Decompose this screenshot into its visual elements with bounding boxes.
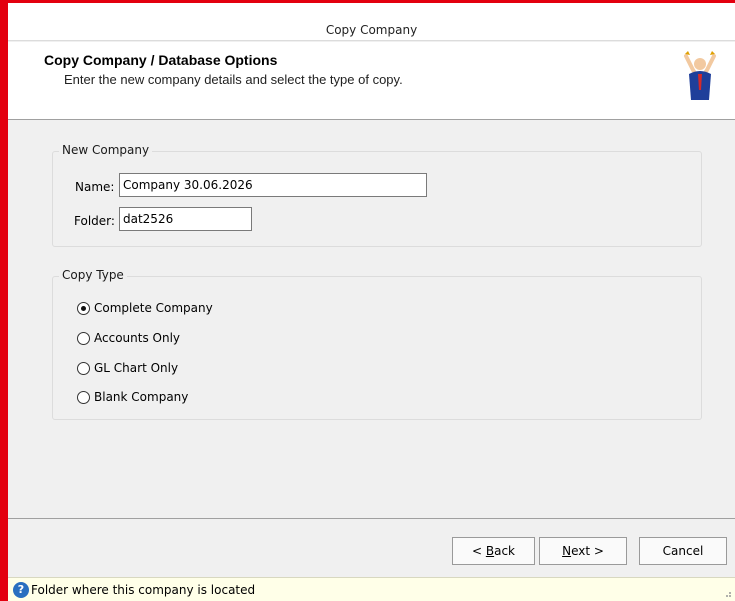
radio-label: Complete Company [94,301,213,315]
back-button[interactable]: < Back [452,537,535,565]
status-text: Folder where this company is located [31,582,256,597]
radio-button[interactable] [77,361,90,375]
new-company-group: New Company Name: Company 30.06.2026 Fol… [52,143,702,247]
status-bar: ? Folder where this company is located [8,577,735,601]
folder-label: Folder: [74,214,115,228]
name-label: Name: [75,180,115,194]
help-icon: ? [13,581,29,598]
radio-label: Blank Company [94,390,189,404]
cancel-button[interactable]: Cancel [639,537,727,565]
title-bar[interactable]: Copy Company [8,3,735,41]
radio-gl-chart-only[interactable]: GL Chart Only [77,361,178,375]
next-mnemonic: N [562,544,572,558]
new-company-legend: New Company [59,143,153,157]
radio-button[interactable] [77,331,90,345]
radio-blank-company[interactable]: Blank Company [77,390,188,404]
radio-button[interactable] [77,390,90,404]
radio-label: GL Chart Only [94,361,179,375]
copy-type-legend: Copy Type [59,268,127,282]
window-title: Copy Company [325,22,418,37]
header-title: Copy Company / Database Options [44,52,278,68]
wizard-footer: < Back Next > Cancel [8,518,735,576]
wizard-logo-icon [684,51,716,100]
radio-label: Accounts Only [94,331,181,345]
back-prefix: < [471,544,486,558]
radio-button-selected[interactable] [77,301,90,315]
next-button[interactable]: Next > [539,537,627,565]
name-input[interactable]: Company 30.06.2026 [119,173,427,197]
next-label-rest: ext > [571,544,604,558]
back-mnemonic: B [485,544,495,558]
folder-input[interactable]: dat2526 [119,207,252,231]
header-subtitle: Enter the new company details and select… [64,72,403,87]
copy-type-group: Copy Type Complete Company Accounts Only… [52,268,702,420]
resize-grip-icon[interactable] [722,588,732,598]
wizard-header: Copy Company / Database Options Enter th… [8,42,735,120]
radio-complete-company[interactable]: Complete Company [77,301,213,315]
radio-accounts-only[interactable]: Accounts Only [77,331,180,345]
wizard-content: New Company Name: Company 30.06.2026 Fol… [8,121,735,518]
back-label-rest: ack [494,544,515,558]
